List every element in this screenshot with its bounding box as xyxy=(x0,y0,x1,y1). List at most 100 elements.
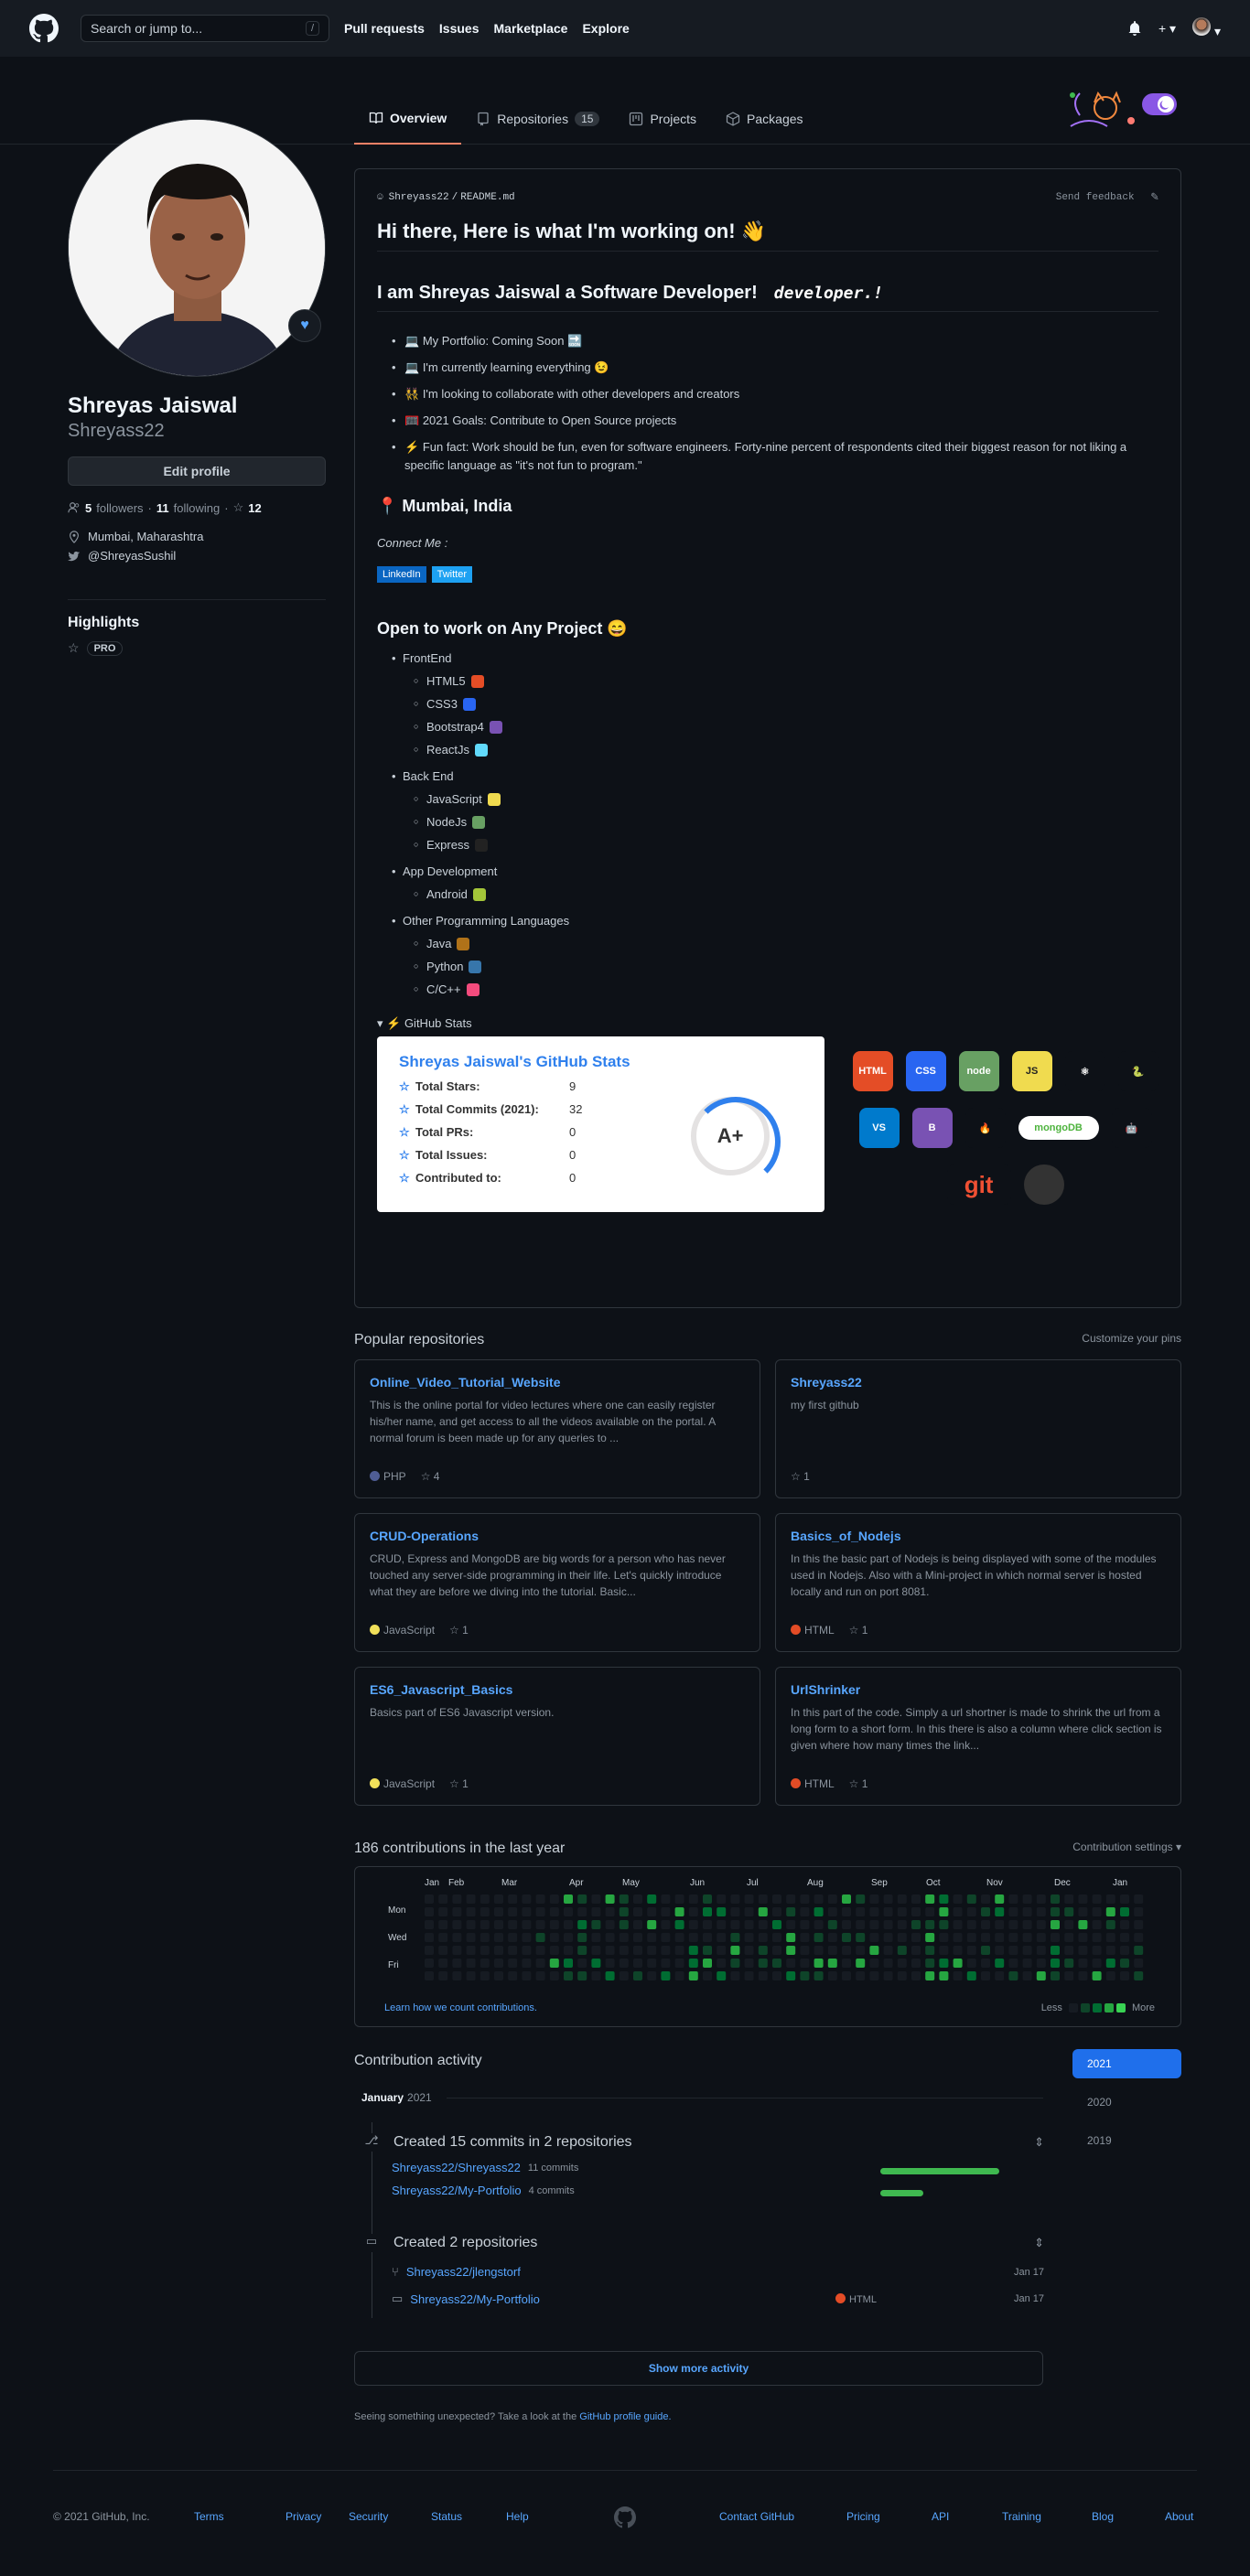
contribution-day-cell[interactable] xyxy=(1134,1907,1144,1916)
contribution-day-cell[interactable] xyxy=(730,1920,740,1929)
contribution-day-cell[interactable] xyxy=(452,1933,462,1942)
contribution-day-cell[interactable] xyxy=(925,1894,935,1904)
contribution-day-cell[interactable] xyxy=(674,1959,684,1968)
contribution-day-cell[interactable] xyxy=(842,1946,851,1955)
tab-projects[interactable]: Projects xyxy=(614,93,711,145)
contribution-day-cell[interactable] xyxy=(1064,1933,1074,1942)
contribution-day-cell[interactable] xyxy=(633,1920,642,1929)
contribution-day-cell[interactable] xyxy=(1022,1920,1032,1929)
contribution-day-cell[interactable] xyxy=(897,1946,907,1955)
contribution-day-cell[interactable] xyxy=(827,1933,837,1942)
contribution-day-cell[interactable] xyxy=(814,1959,824,1968)
contribution-day-cell[interactable] xyxy=(647,1946,657,1955)
contribution-day-cell[interactable] xyxy=(1120,1933,1129,1942)
contribution-day-cell[interactable] xyxy=(966,1933,976,1942)
contribution-day-cell[interactable] xyxy=(953,1946,963,1955)
contribution-day-cell[interactable] xyxy=(591,1946,601,1955)
contribution-day-cell[interactable] xyxy=(1008,1920,1018,1929)
contribution-day-cell[interactable] xyxy=(674,1933,684,1942)
create-new-plus-icon[interactable]: + ▾ xyxy=(1158,21,1176,37)
contribution-day-cell[interactable] xyxy=(549,1946,559,1955)
contribution-day-cell[interactable] xyxy=(425,1907,434,1916)
contribution-day-cell[interactable] xyxy=(577,1946,587,1955)
contribution-day-cell[interactable] xyxy=(577,1907,587,1916)
contribution-day-cell[interactable] xyxy=(703,1971,712,1980)
contribution-day-cell[interactable] xyxy=(827,1946,837,1955)
contribution-day-cell[interactable] xyxy=(1022,1959,1032,1968)
contribution-day-cell[interactable] xyxy=(1120,1894,1129,1904)
contribution-day-cell[interactable] xyxy=(1092,1946,1102,1955)
tab-repositories[interactable]: Repositories 15 xyxy=(461,93,614,145)
contribution-day-cell[interactable] xyxy=(966,1946,976,1955)
contribution-day-cell[interactable] xyxy=(1092,1907,1102,1916)
contribution-day-cell[interactable] xyxy=(674,1971,684,1980)
contribution-day-cell[interactable] xyxy=(953,1959,963,1968)
contribution-day-cell[interactable] xyxy=(730,1907,740,1916)
contribution-day-cell[interactable] xyxy=(966,1920,976,1929)
contribution-day-cell[interactable] xyxy=(1022,1971,1032,1980)
contribution-day-cell[interactable] xyxy=(425,1959,434,1968)
contribution-day-cell[interactable] xyxy=(717,1971,727,1980)
contribution-day-cell[interactable] xyxy=(438,1894,448,1904)
contribution-day-cell[interactable] xyxy=(591,1894,601,1904)
contribution-day-cell[interactable] xyxy=(883,1894,893,1904)
contribution-day-cell[interactable] xyxy=(981,1907,990,1916)
contribution-day-cell[interactable] xyxy=(647,1894,657,1904)
year-2021[interactable]: 2021 xyxy=(1072,2049,1181,2078)
contribution-day-cell[interactable] xyxy=(772,1920,781,1929)
contribution-day-cell[interactable] xyxy=(814,1920,824,1929)
contribution-day-cell[interactable] xyxy=(425,1946,434,1955)
contribution-day-cell[interactable] xyxy=(452,1894,462,1904)
contribution-day-cell[interactable] xyxy=(1105,1946,1115,1955)
user-menu[interactable]: ▾ xyxy=(1192,17,1221,39)
repo-stars[interactable]: ☆ 1 xyxy=(849,1777,868,1790)
contribution-day-cell[interactable] xyxy=(535,1959,545,1968)
contribution-day-cell[interactable] xyxy=(1036,1894,1046,1904)
contribution-day-cell[interactable] xyxy=(1105,1920,1115,1929)
following-count[interactable]: 11 xyxy=(156,501,169,515)
contribution-day-cell[interactable] xyxy=(466,1946,476,1955)
contribution-day-cell[interactable] xyxy=(883,1946,893,1955)
contribution-day-cell[interactable] xyxy=(911,1920,921,1929)
contribution-day-cell[interactable] xyxy=(535,1971,545,1980)
contribution-day-cell[interactable] xyxy=(480,1907,490,1916)
contribution-day-cell[interactable] xyxy=(619,1946,629,1955)
contribution-day-cell[interactable] xyxy=(438,1959,448,1968)
contribution-day-cell[interactable] xyxy=(800,1894,810,1904)
contribution-day-cell[interactable] xyxy=(619,1907,629,1916)
contribution-day-cell[interactable] xyxy=(856,1959,866,1968)
contribution-day-cell[interactable] xyxy=(995,1946,1005,1955)
contribution-day-cell[interactable] xyxy=(480,1920,490,1929)
contribution-day-cell[interactable] xyxy=(800,1933,810,1942)
contribution-day-cell[interactable] xyxy=(1051,1894,1060,1904)
contribution-day-cell[interactable] xyxy=(1064,1959,1074,1968)
pro-badge[interactable]: PRO xyxy=(86,640,124,656)
contribution-day-cell[interactable] xyxy=(522,1933,532,1942)
contribution-day-cell[interactable] xyxy=(800,1946,810,1955)
contribution-day-cell[interactable] xyxy=(605,1907,615,1916)
repo-name-link[interactable]: UrlShrinker xyxy=(791,1682,1166,1697)
contribution-day-cell[interactable] xyxy=(981,1971,990,1980)
contribution-day-cell[interactable] xyxy=(1120,1920,1129,1929)
contribution-day-cell[interactable] xyxy=(1120,1971,1129,1980)
contribution-day-cell[interactable] xyxy=(480,1971,490,1980)
contribution-day-cell[interactable] xyxy=(856,1894,866,1904)
contribution-day-cell[interactable] xyxy=(1134,1920,1144,1929)
contribution-day-cell[interactable] xyxy=(661,1933,671,1942)
contribution-day-cell[interactable] xyxy=(619,1971,629,1980)
contribution-day-cell[interactable] xyxy=(856,1946,866,1955)
contribution-day-cell[interactable] xyxy=(1008,1907,1018,1916)
contribution-day-cell[interactable] xyxy=(1078,1959,1088,1968)
contribution-day-cell[interactable] xyxy=(619,1894,629,1904)
contribution-day-cell[interactable] xyxy=(619,1933,629,1942)
contribution-day-cell[interactable] xyxy=(452,1971,462,1980)
contribution-day-cell[interactable] xyxy=(591,1971,601,1980)
contribution-day-cell[interactable] xyxy=(1051,1920,1060,1929)
contribution-day-cell[interactable] xyxy=(661,1894,671,1904)
contribution-day-cell[interactable] xyxy=(995,1907,1005,1916)
contribution-day-cell[interactable] xyxy=(744,1894,754,1904)
contribution-day-cell[interactable] xyxy=(564,1920,573,1929)
contribution-day-cell[interactable] xyxy=(522,1946,532,1955)
contribution-day-cell[interactable] xyxy=(1008,1933,1018,1942)
contribution-day-cell[interactable] xyxy=(494,1907,503,1916)
